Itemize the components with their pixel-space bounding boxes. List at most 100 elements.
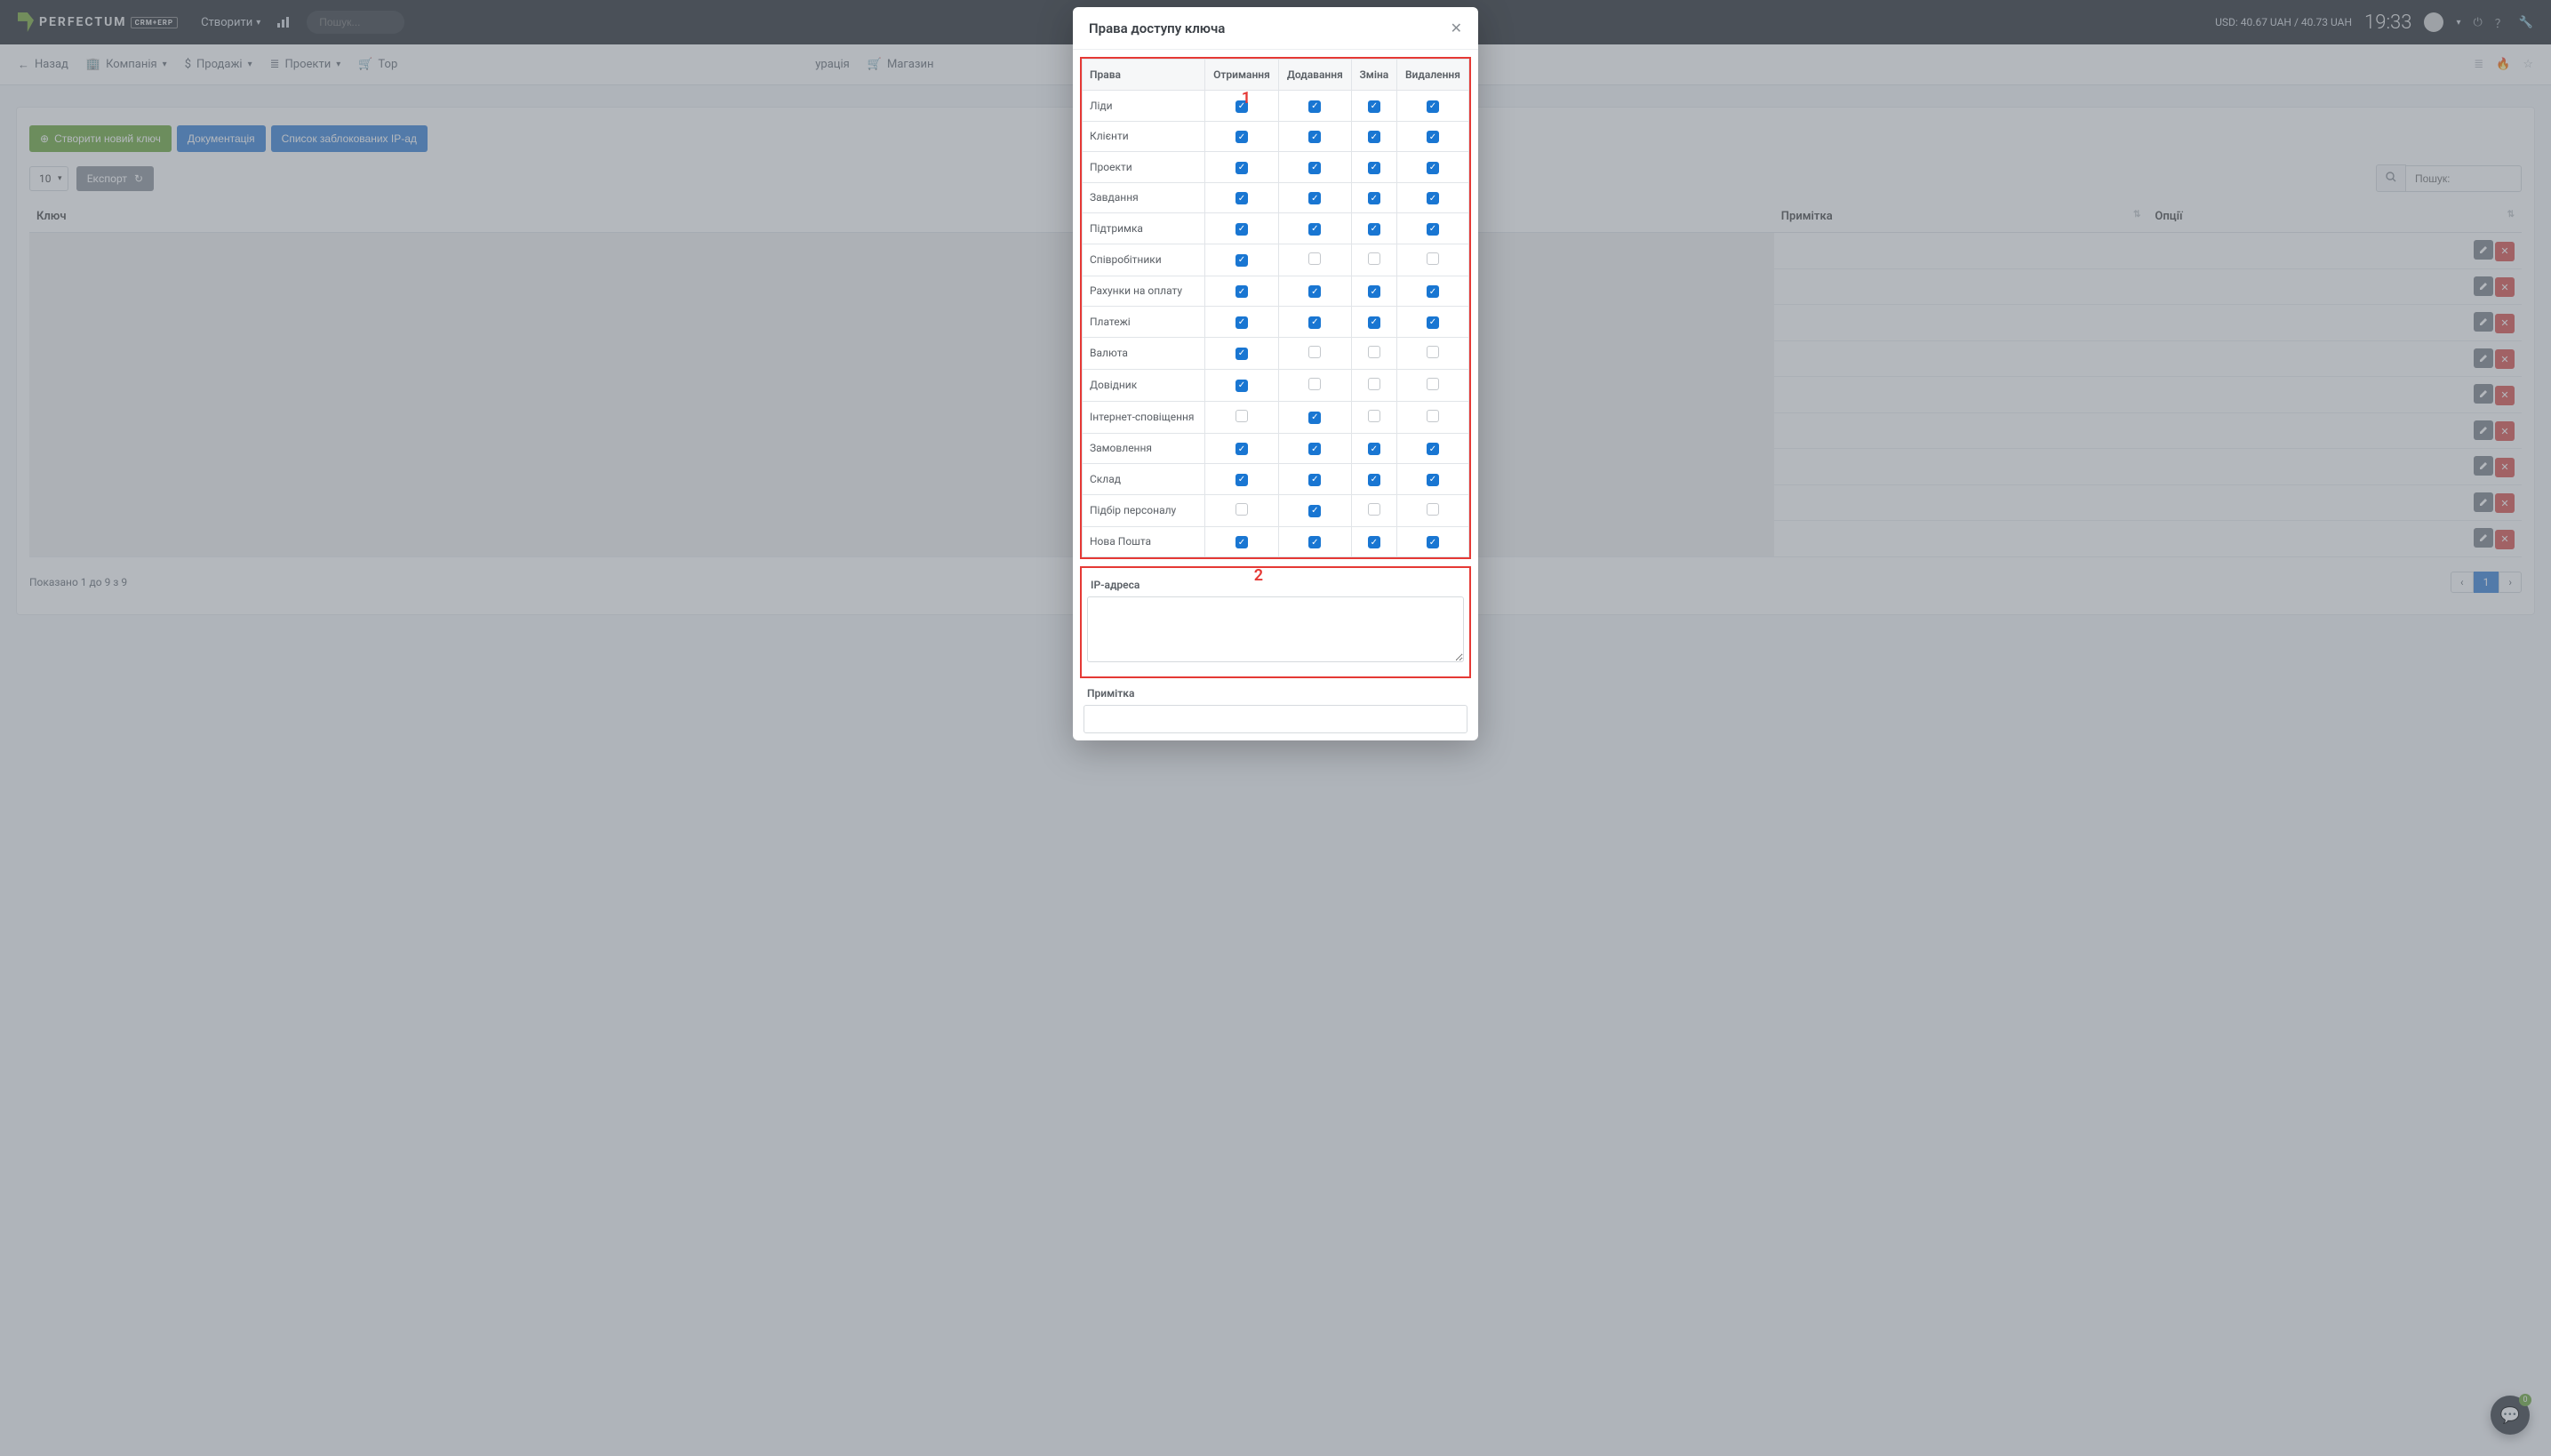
- permission-checkbox[interactable]: ✓: [1236, 380, 1248, 392]
- note-input[interactable]: [1084, 705, 1467, 733]
- permission-checkbox[interactable]: ✓: [1236, 131, 1248, 143]
- permission-row: Валюта ✓: [1083, 337, 1469, 369]
- permissions-table: Права Отримання Додавання Зміна Видаленн…: [1082, 59, 1469, 557]
- permission-label: Рахунки на оплату: [1083, 276, 1205, 307]
- permission-checkbox[interactable]: ✓: [1308, 192, 1321, 204]
- permission-checkbox[interactable]: ✓: [1427, 536, 1439, 548]
- annotation-number-2: 2: [1254, 566, 1263, 585]
- permission-checkbox[interactable]: ✓: [1308, 412, 1321, 424]
- permission-checkbox[interactable]: ✓: [1308, 223, 1321, 236]
- permission-checkbox[interactable]: [1308, 378, 1321, 390]
- permission-checkbox[interactable]: [1368, 503, 1380, 516]
- permission-checkbox[interactable]: ✓: [1368, 223, 1380, 236]
- permission-row: Нова Пошта ✓ ✓ ✓ ✓: [1083, 526, 1469, 557]
- annotation-box-2: 2 IP-адреса: [1080, 566, 1471, 678]
- permission-checkbox[interactable]: [1427, 378, 1439, 390]
- permission-checkbox[interactable]: [1427, 410, 1439, 422]
- permission-checkbox[interactable]: ✓: [1308, 285, 1321, 298]
- permission-label: Інтернет-сповіщення: [1083, 401, 1205, 433]
- modal-close-button[interactable]: ✕: [1451, 20, 1462, 36]
- permission-checkbox[interactable]: ✓: [1427, 192, 1439, 204]
- permission-row: Підтримка ✓ ✓ ✓ ✓: [1083, 213, 1469, 244]
- permission-checkbox[interactable]: [1427, 503, 1439, 516]
- permission-checkbox[interactable]: ✓: [1236, 285, 1248, 298]
- permission-row: Замовлення ✓ ✓ ✓ ✓: [1083, 433, 1469, 464]
- permission-checkbox[interactable]: ✓: [1308, 443, 1321, 455]
- permission-row: Інтернет-сповіщення ✓: [1083, 401, 1469, 433]
- permission-checkbox[interactable]: ✓: [1236, 348, 1248, 360]
- permission-checkbox[interactable]: ✓: [1236, 192, 1248, 204]
- permission-checkbox[interactable]: ✓: [1236, 316, 1248, 329]
- permission-label: Клієнти: [1083, 121, 1205, 152]
- permission-checkbox[interactable]: [1236, 410, 1248, 422]
- perm-col-rights: Права: [1083, 60, 1205, 91]
- permission-row: Клієнти ✓ ✓ ✓ ✓: [1083, 121, 1469, 152]
- permission-checkbox[interactable]: ✓: [1368, 536, 1380, 548]
- permission-checkbox[interactable]: [1368, 410, 1380, 422]
- permission-checkbox[interactable]: [1368, 346, 1380, 358]
- permission-checkbox[interactable]: ✓: [1368, 316, 1380, 329]
- permission-label: Платежі: [1083, 307, 1205, 338]
- perm-col-add: Додавання: [1278, 60, 1351, 91]
- permission-checkbox[interactable]: ✓: [1236, 254, 1248, 267]
- permission-checkbox[interactable]: [1427, 252, 1439, 265]
- permission-checkbox[interactable]: ✓: [1308, 474, 1321, 486]
- perm-col-delete: Видалення: [1396, 60, 1468, 91]
- annotation-number-1: 1: [1242, 89, 1251, 108]
- permission-row: Рахунки на оплату ✓ ✓ ✓ ✓: [1083, 276, 1469, 307]
- permission-checkbox[interactable]: ✓: [1368, 443, 1380, 455]
- permission-checkbox[interactable]: ✓: [1368, 192, 1380, 204]
- permission-checkbox[interactable]: ✓: [1236, 443, 1248, 455]
- permission-label: Довідник: [1083, 369, 1205, 401]
- permission-label: Підбір персоналу: [1083, 494, 1205, 526]
- permission-checkbox[interactable]: ✓: [1427, 223, 1439, 236]
- permission-checkbox[interactable]: ✓: [1427, 100, 1439, 113]
- permission-row: Склад✓✓✓✓: [1083, 464, 1469, 495]
- permission-row: Підбір персоналу ✓: [1083, 494, 1469, 526]
- permission-checkbox[interactable]: ✓: [1427, 474, 1439, 486]
- note-label: Примітка: [1084, 678, 1467, 705]
- permission-checkbox[interactable]: ✓: [1308, 316, 1321, 329]
- permission-checkbox[interactable]: [1427, 346, 1439, 358]
- permission-label: Проекти: [1083, 152, 1205, 183]
- permission-row: Завдання ✓ ✓ ✓ ✓: [1083, 182, 1469, 213]
- permission-checkbox[interactable]: ✓: [1236, 223, 1248, 236]
- permission-label: Співробітники: [1083, 244, 1205, 276]
- ip-address-textarea[interactable]: [1087, 596, 1464, 662]
- permission-checkbox[interactable]: [1368, 378, 1380, 390]
- permission-checkbox[interactable]: ✓: [1308, 100, 1321, 113]
- permission-row: Ліди✓✓✓✓: [1083, 91, 1469, 122]
- permission-checkbox[interactable]: ✓: [1368, 285, 1380, 298]
- permission-label: Нова Пошта: [1083, 526, 1205, 557]
- permission-checkbox[interactable]: ✓: [1308, 131, 1321, 143]
- permission-label: Замовлення: [1083, 433, 1205, 464]
- permission-checkbox[interactable]: ✓: [1308, 162, 1321, 174]
- permission-checkbox[interactable]: [1308, 346, 1321, 358]
- permission-checkbox[interactable]: ✓: [1308, 505, 1321, 517]
- modal-title: Права доступу ключа: [1089, 20, 1225, 36]
- perm-col-get: Отримання: [1205, 60, 1279, 91]
- permission-checkbox[interactable]: ✓: [1236, 162, 1248, 174]
- permission-row: Співробітники ✓: [1083, 244, 1469, 276]
- permission-checkbox[interactable]: [1308, 252, 1321, 265]
- permission-checkbox[interactable]: ✓: [1427, 131, 1439, 143]
- permission-checkbox[interactable]: ✓: [1368, 474, 1380, 486]
- permission-checkbox[interactable]: ✓: [1368, 100, 1380, 113]
- permission-checkbox[interactable]: ✓: [1427, 285, 1439, 298]
- permission-row: Довідник ✓: [1083, 369, 1469, 401]
- permission-checkbox[interactable]: ✓: [1236, 474, 1248, 486]
- permission-checkbox[interactable]: ✓: [1308, 536, 1321, 548]
- permission-row: Проекти ✓ ✓ ✓ ✓: [1083, 152, 1469, 183]
- permission-checkbox[interactable]: ✓: [1427, 162, 1439, 174]
- permission-label: Підтримка: [1083, 213, 1205, 244]
- ip-address-label: IP-адреса: [1087, 570, 1464, 596]
- permission-label: Валюта: [1083, 337, 1205, 369]
- permission-checkbox[interactable]: [1368, 252, 1380, 265]
- permission-checkbox[interactable]: ✓: [1368, 131, 1380, 143]
- permission-checkbox[interactable]: ✓: [1236, 536, 1248, 548]
- permission-label: Завдання: [1083, 182, 1205, 213]
- permission-checkbox[interactable]: ✓: [1427, 316, 1439, 329]
- permission-checkbox[interactable]: ✓: [1368, 162, 1380, 174]
- permission-checkbox[interactable]: [1236, 503, 1248, 516]
- permission-checkbox[interactable]: ✓: [1427, 443, 1439, 455]
